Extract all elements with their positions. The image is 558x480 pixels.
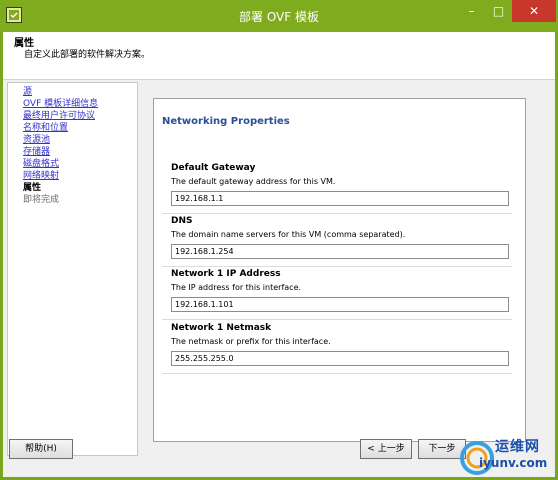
watermark-brand: 运维网 bbox=[495, 439, 540, 455]
help-button[interactable]: 帮助(H) bbox=[9, 439, 73, 459]
title-bar[interactable]: 部署 OVF 模板 – □ ✕ bbox=[0, 0, 558, 32]
property-label: DNS bbox=[171, 216, 193, 226]
nav-item-disk-format[interactable]: 磁盘格式 bbox=[23, 158, 137, 170]
divider bbox=[162, 319, 512, 320]
property-label: Default Gateway bbox=[171, 163, 256, 173]
window-controls: – □ ✕ bbox=[458, 0, 556, 22]
property-label: Network 1 IP Address bbox=[171, 269, 281, 279]
nav-item-ovf-details[interactable]: OVF 模板详细信息 bbox=[23, 98, 137, 110]
minimize-button[interactable]: – bbox=[458, 0, 485, 22]
wizard-step-nav: 源 OVF 模板详细信息 最终用户许可协议 名称和位置 资源池 存储器 磁盘格式… bbox=[7, 82, 138, 456]
property-description: The domain name servers for this VM (com… bbox=[171, 230, 406, 239]
nav-item-source[interactable]: 源 bbox=[23, 86, 137, 98]
property-description: The default gateway address for this VM. bbox=[171, 177, 336, 186]
nav-item-properties: 属性 bbox=[23, 183, 42, 193]
nav-item-network-mapping[interactable]: 网络映射 bbox=[23, 170, 137, 182]
default-gateway-input[interactable] bbox=[171, 191, 509, 206]
property-description: The netmask or prefix for this interface… bbox=[171, 337, 331, 346]
back-button[interactable]: < 上一步 bbox=[360, 439, 412, 459]
watermark-url: iyunv.com bbox=[479, 456, 548, 470]
ip-address-input[interactable] bbox=[171, 297, 509, 312]
properties-panel: Networking Properties Default Gateway Th… bbox=[153, 98, 526, 442]
nav-item-resource-pool[interactable]: 资源池 bbox=[23, 134, 137, 146]
step-header: 属性 自定义此部署的软件解决方案。 bbox=[3, 32, 555, 80]
nav-item-storage[interactable]: 存储器 bbox=[23, 146, 137, 158]
divider bbox=[162, 266, 512, 267]
property-description: The IP address for this interface. bbox=[171, 283, 302, 292]
step-subtitle: 自定义此部署的软件解决方案。 bbox=[24, 50, 151, 60]
ovf-deploy-window: 部署 OVF 模板 – □ ✕ 属性 自定义此部署的软件解决方案。 源 OVF … bbox=[0, 0, 558, 480]
divider bbox=[162, 213, 512, 214]
close-button[interactable]: ✕ bbox=[512, 0, 556, 22]
netmask-input[interactable] bbox=[171, 351, 509, 366]
divider bbox=[162, 373, 512, 374]
dns-input[interactable] bbox=[171, 244, 509, 259]
property-label: Network 1 Netmask bbox=[171, 323, 272, 333]
dialog-client-area: 属性 自定义此部署的软件解决方案。 源 OVF 模板详细信息 最终用户许可协议 … bbox=[3, 32, 555, 477]
watermark: 运维网 iyunv.com bbox=[457, 434, 558, 480]
nav-item-eula[interactable]: 最终用户许可协议 bbox=[23, 110, 137, 122]
section-title: Networking Properties bbox=[162, 116, 290, 127]
nav-item-ready-to-complete: 即将完成 bbox=[23, 195, 60, 205]
nav-item-name-location[interactable]: 名称和位置 bbox=[23, 122, 137, 134]
maximize-button[interactable]: □ bbox=[485, 0, 512, 22]
